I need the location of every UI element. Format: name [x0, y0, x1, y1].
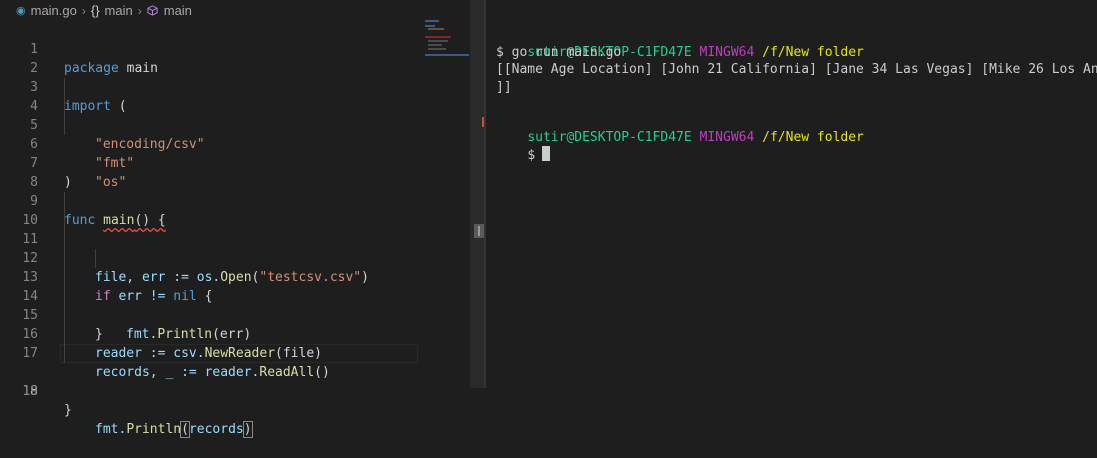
- code-line: 14 }: [0, 268, 470, 342]
- indent-guide: [64, 78, 65, 97]
- indent-guide: [64, 287, 65, 306]
- package-icon: {}: [90, 3, 100, 18]
- code-line: 9 func main() {: [0, 173, 470, 228]
- code-line: 8: [0, 154, 470, 190]
- indent-guide: [64, 325, 65, 344]
- chevron-right-icon: ›: [81, 3, 86, 18]
- indent-guide: [64, 192, 65, 211]
- minimap-line: [425, 25, 435, 27]
- code-editor[interactable]: ◉ main.go › {} main › main 1 package mai…: [0, 0, 471, 438]
- code-area[interactable]: 1 package main 2 3 import ( 4 "encoding/…: [0, 21, 470, 438]
- minimap-line: [428, 44, 442, 46]
- code-line: 5 "fmt": [0, 97, 470, 171]
- go-file-icon: ◉: [16, 5, 26, 17]
- breadcrumb-package[interactable]: main: [105, 3, 133, 18]
- terminal-command: $ go run main.go: [496, 45, 622, 60]
- terminal-input-line[interactable]: $: [496, 129, 551, 163]
- method-icon: [147, 5, 158, 16]
- code-line: 11 file, err := os.Open("testcsv.csv"): [0, 211, 470, 285]
- indent-guide: [64, 97, 65, 116]
- minimap-line: [425, 20, 439, 22]
- terminal-prompt-line: sutir@DESKTOP-C1FD47E MINGW64 /f/New fol…: [527, 45, 864, 60]
- code-line: 15 reader := csv.NewReader(file): [0, 287, 470, 361]
- terminal-prompt-line: sutir@DESKTOP-C1FD47E MINGW64 /f/New fol…: [527, 130, 864, 145]
- scroll-thumb[interactable]: [474, 224, 484, 238]
- code-line: 4 "encoding/csv": [0, 78, 470, 152]
- code-line: 2: [0, 40, 470, 76]
- indent-guide: [64, 230, 65, 249]
- code-line-current: 18 fmt.Println(records): [0, 344, 470, 438]
- code-line: 12 if err != nil {: [0, 230, 470, 304]
- minimap-line: [425, 36, 451, 38]
- code-line: 10: [0, 192, 470, 228]
- terminal-cursor: [542, 146, 551, 161]
- terminal-panel[interactable]: sutir@DESKTOP-C1FD47E MINGW64 /f/New fol…: [486, 0, 1097, 388]
- indent-guide: [64, 211, 65, 230]
- indent-guide: [64, 344, 65, 363]
- code-line: 6 "os": [0, 116, 470, 190]
- chevron-right-icon: ›: [137, 3, 142, 18]
- code-line: 3 import (: [0, 59, 470, 114]
- indent-guide: [95, 249, 96, 268]
- breadcrumb-file[interactable]: main.go: [31, 3, 77, 18]
- indent-guide: [64, 249, 65, 268]
- minimap-line: [428, 48, 446, 50]
- minimap-line: [428, 40, 448, 42]
- code-text: fmt.Println(records): [95, 421, 253, 438]
- code-line: 19 }: [0, 363, 470, 418]
- indent-guide: [64, 306, 65, 325]
- code-line: 7 ): [0, 135, 470, 190]
- breadcrumb-symbol[interactable]: main: [164, 3, 192, 18]
- indent-guide: [64, 268, 65, 287]
- current-line-highlight: [60, 344, 418, 363]
- code-line: 13 fmt.Println(err): [0, 249, 470, 342]
- code-line: 17: [0, 325, 470, 361]
- code-line: 16 records, _ := reader.ReadAll(): [0, 306, 470, 380]
- minimap-line: [425, 54, 469, 56]
- minimap-line: [428, 28, 444, 30]
- line-number: 19: [22, 384, 38, 399]
- terminal-output: ]]: [496, 80, 512, 95]
- terminal-output: [[Name Age Location] [John 21 California…: [496, 62, 1097, 77]
- breadcrumb: ◉ main.go › {} main › main: [0, 0, 470, 21]
- minimap[interactable]: [423, 18, 471, 58]
- code-line: 1 package main: [0, 21, 470, 76]
- editor-scrollbar[interactable]: [470, 0, 484, 388]
- indent-guide: [64, 116, 65, 135]
- code-text: }: [64, 403, 72, 418]
